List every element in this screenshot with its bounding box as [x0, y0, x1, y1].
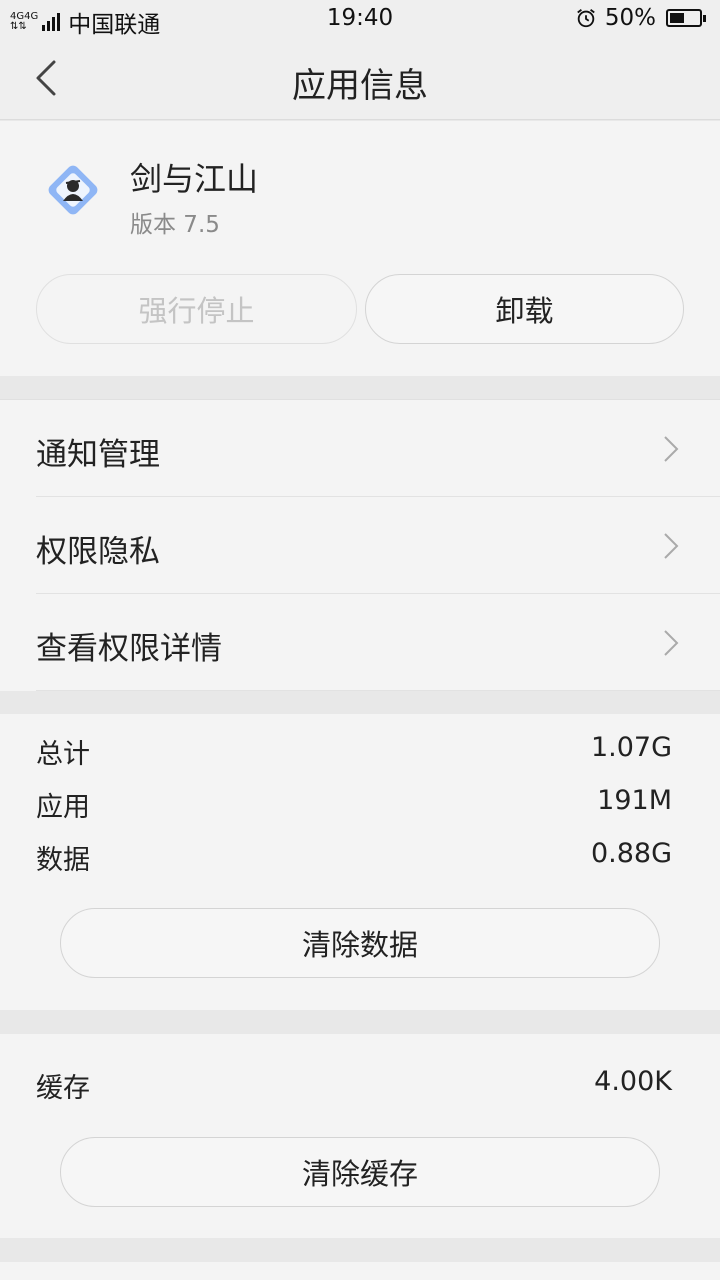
storage-row-app: 应用 191M — [36, 785, 672, 825]
storage-value: 0.88G — [590, 838, 672, 869]
uninstall-button[interactable]: 卸载 — [365, 274, 684, 344]
divider — [36, 690, 720, 691]
force-stop-button[interactable]: 强行停止 — [36, 274, 357, 344]
app-name: 剑与江山 — [130, 160, 259, 198]
bottom-section — [0, 1262, 720, 1280]
cache-row: 缓存 4.00K — [36, 1066, 672, 1106]
page-title: 应用信息 — [292, 66, 428, 106]
app-icon — [48, 165, 98, 215]
list-item-permission-privacy[interactable]: 权限隐私 — [0, 497, 720, 594]
storage-value: 1.07G — [590, 732, 672, 763]
app-bar: 应用信息 — [0, 38, 720, 120]
storage-section: 总计 1.07G 应用 191M 数据 0.88G 清除数据 — [0, 714, 720, 1010]
app-version: 版本 7.5 — [130, 212, 220, 238]
app-card: 剑与江山 版本 7.5 强行停止 卸载 — [0, 121, 720, 376]
chevron-right-icon — [664, 436, 679, 462]
chevron-right-icon — [664, 533, 679, 559]
list-item-permission-details[interactable]: 查看权限详情 — [0, 594, 720, 691]
list-item-label: 权限隐私 — [36, 534, 160, 570]
clear-data-button[interactable]: 清除数据 — [60, 908, 660, 978]
storage-label: 应用 — [36, 792, 90, 823]
clear-cache-button[interactable]: 清除缓存 — [60, 1137, 660, 1207]
cache-section: 缓存 4.00K 清除缓存 — [0, 1034, 720, 1238]
storage-label: 数据 — [36, 845, 90, 876]
battery-fill — [670, 13, 684, 23]
storage-row-data: 数据 0.88G — [36, 838, 672, 878]
battery-icon — [666, 9, 706, 27]
status-right: 50% — [575, 5, 706, 31]
list-item-label: 查看权限详情 — [36, 631, 222, 667]
storage-row-total: 总计 1.07G — [36, 732, 672, 772]
settings-list: 通知管理 权限隐私 查看权限详情 — [0, 399, 720, 691]
chevron-right-icon — [664, 630, 679, 656]
list-item-label: 通知管理 — [36, 437, 160, 473]
list-item-notification-management[interactable]: 通知管理 — [0, 400, 720, 497]
storage-value: 191M — [597, 785, 672, 816]
alarm-icon — [577, 9, 595, 28]
cache-value: 4.00K — [594, 1066, 672, 1097]
cache-label: 缓存 — [36, 1073, 90, 1104]
status-bar: 4G4G ⇅⇅ 中国联通 19:40 50% — [0, 0, 720, 38]
battery-percent: 50% — [604, 5, 656, 31]
storage-label: 总计 — [36, 739, 90, 770]
